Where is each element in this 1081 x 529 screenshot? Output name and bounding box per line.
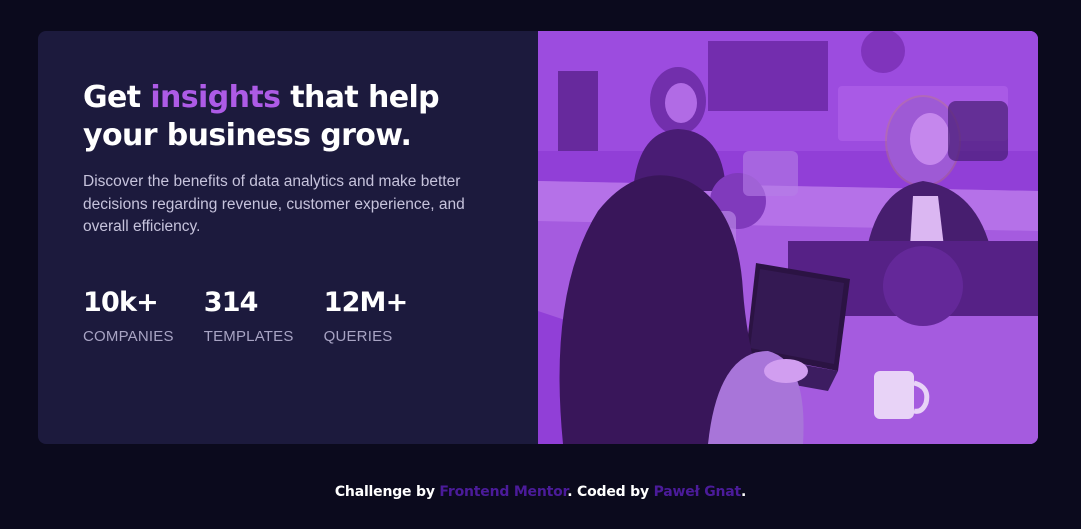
stat-label: COMPANIES bbox=[83, 327, 174, 345]
stats-preview-card: Get insights that help your business gro… bbox=[38, 31, 1038, 444]
headline-start: Get bbox=[83, 80, 151, 115]
attribution: Challenge by Frontend Mentor. Coded by P… bbox=[0, 482, 1081, 502]
office-photo-illustration bbox=[538, 31, 1038, 444]
author-link[interactable]: Paweł Gnat bbox=[654, 484, 742, 500]
photo-overlay bbox=[538, 31, 1038, 444]
headline-accent: insights bbox=[150, 80, 281, 115]
headline: Get insights that help your business gro… bbox=[83, 79, 503, 155]
attribution-prefix: Challenge by bbox=[334, 484, 440, 500]
office-photo bbox=[538, 31, 1038, 444]
stat-templates: 314 TEMPLATES bbox=[204, 287, 294, 346]
stat-label: QUERIES bbox=[323, 327, 393, 345]
page: Get insights that help your business gro… bbox=[0, 0, 1081, 529]
stats-row: 10k+ COMPANIES 314 TEMPLATES 12M+ QUERIE… bbox=[83, 287, 493, 346]
stat-value: 10k+ bbox=[83, 286, 159, 318]
stat-value: 12M+ bbox=[323, 286, 409, 318]
attribution-middle: . Coded by bbox=[567, 484, 654, 500]
stat-value: 314 bbox=[203, 286, 259, 318]
stat-companies: 10k+ COMPANIES bbox=[83, 287, 174, 346]
description: Discover the benefits of data analytics … bbox=[83, 173, 465, 235]
stat-label: TEMPLATES bbox=[203, 327, 294, 345]
frontend-mentor-link[interactable]: Frontend Mentor bbox=[439, 484, 567, 500]
card-text-panel: Get insights that help your business gro… bbox=[38, 31, 538, 444]
stat-queries: 12M+ QUERIES bbox=[323, 286, 409, 346]
attribution-suffix: . bbox=[741, 484, 747, 500]
